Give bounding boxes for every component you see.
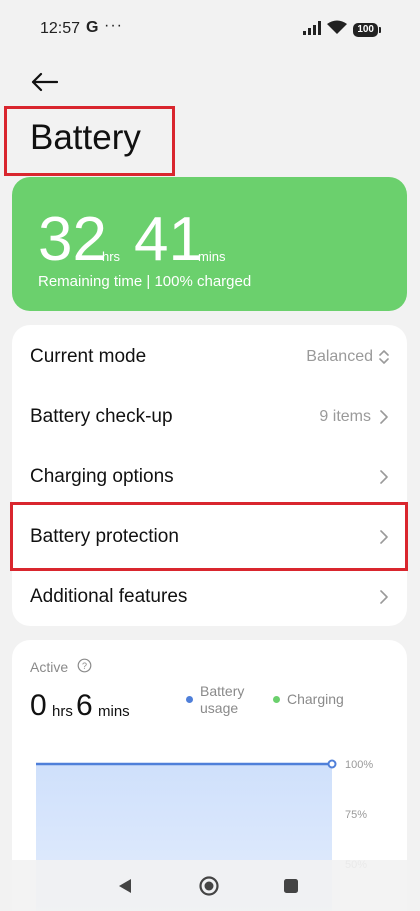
settings-row-additional-features[interactable]: Additional features [12, 567, 407, 627]
active-minutes: 6 [76, 689, 93, 722]
help-icon[interactable]: ? [77, 658, 92, 673]
battery-status-icon: 100 [353, 23, 381, 37]
remaining-minutes: 41 [134, 205, 203, 274]
remaining-hours-unit: hrs [102, 249, 121, 264]
remaining-minutes-unit: mins [198, 249, 226, 264]
signal-icon [303, 20, 322, 40]
battery-protection-highlight-box [10, 502, 408, 571]
row-label: Additional features [30, 586, 188, 607]
status-time: 12:57 [40, 20, 81, 37]
wifi-icon [327, 20, 348, 40]
back-button[interactable] [26, 64, 62, 100]
settings-row-current-mode[interactable]: Current mode Balanced [12, 327, 407, 387]
active-label: Active [30, 659, 69, 675]
svg-text:?: ? [82, 661, 87, 671]
status-bar: 12:57 G ··· 100 [0, 0, 420, 60]
nav-recents-button[interactable] [279, 875, 303, 897]
row-label: Battery check-up [30, 406, 173, 427]
recents-square-icon [284, 879, 298, 893]
row-value: 9 items [319, 408, 371, 425]
legend-battery-usage-line2: usage [200, 700, 239, 716]
legend-dot-battery-usage [186, 696, 193, 703]
up-down-chevron-icon [379, 350, 389, 364]
nav-back-button[interactable] [113, 875, 137, 897]
title-highlight-box [4, 106, 175, 176]
battery-usage-endpoint [327, 759, 337, 769]
nav-home-button[interactable] [197, 875, 221, 897]
row-label: Current mode [30, 346, 147, 367]
remaining-hours: 32 [38, 205, 107, 274]
battery-settings-list: Current mode Balanced Battery check-up 9… [12, 325, 407, 626]
chevron-right-icon [380, 410, 388, 424]
legend-battery-usage-line1: Battery [200, 683, 245, 699]
chevron-right-icon [380, 590, 388, 604]
active-hours-unit: hrs [52, 703, 73, 720]
remaining-subtitle: Remaining time | 100% charged [38, 273, 252, 290]
chart-y-tick-label: 75% [345, 809, 367, 821]
remaining-time-card[interactable]: 32 hrs 41 mins Remaining time | 100% cha… [12, 177, 407, 311]
active-minutes-unit: mins [98, 703, 130, 720]
status-icons: 100 [303, 20, 381, 40]
more-notifications-icon: ··· [104, 17, 123, 34]
legend-charging: Charging [287, 691, 344, 707]
chevron-right-icon [380, 470, 388, 484]
settings-row-charging-options[interactable]: Charging options [12, 447, 407, 507]
chart-y-tick-label: 100% [345, 759, 373, 771]
back-arrow-icon [31, 72, 58, 92]
back-triangle-icon [119, 879, 131, 893]
google-icon: G [86, 19, 99, 36]
active-hours: 0 [30, 689, 47, 722]
legend-dot-charging [273, 696, 280, 703]
row-label: Charging options [30, 466, 174, 487]
row-value: Balanced [306, 348, 373, 365]
navigation-bar [0, 860, 420, 911]
home-circle-icon [199, 876, 219, 896]
settings-row-battery-check-up[interactable]: Battery check-up 9 items [12, 387, 407, 447]
